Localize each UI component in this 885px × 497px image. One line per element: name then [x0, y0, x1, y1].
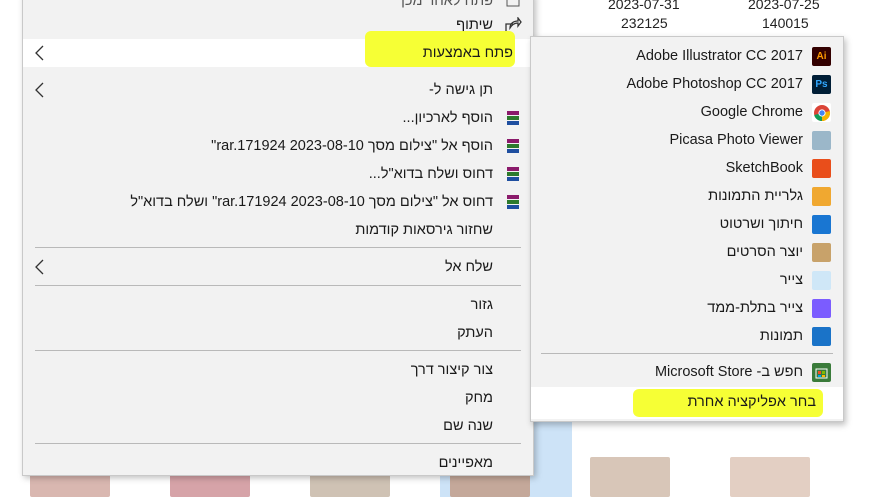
- menu-item-label: פתח לאחר מכן: [401, 0, 493, 9]
- microsoft-store-icon: [812, 363, 831, 382]
- open-with-submenu: Adobe Illustrator CC 2017 Ai Adobe Photosh…: [530, 36, 844, 422]
- photoshop-icon: Ps: [812, 75, 831, 94]
- menu-item-label: שנה שם: [443, 418, 493, 434]
- submenu-item-app[interactable]: צייר בתלת-ממד: [531, 295, 843, 323]
- chevron-left-icon: [35, 259, 44, 275]
- illustrator-icon: Ai: [812, 47, 831, 66]
- photos-icon: [812, 327, 831, 346]
- menu-item-compress-email[interactable]: דחוס ושלח בדוא"ל...: [23, 160, 533, 188]
- thumbnail[interactable]: [730, 457, 810, 497]
- chevron-left-icon: [35, 82, 44, 98]
- menu-item-add-to-rar[interactable]: הוסף אל "צילום מסך 2023-08-10 rar.171924…: [23, 132, 533, 160]
- menu-separator: [35, 443, 521, 444]
- menu-item-label: דחוס אל "צילום מסך 2023-08-10 rar.171924…: [130, 194, 493, 210]
- thumbnail[interactable]: [590, 457, 670, 497]
- menu-item-create-shortcut[interactable]: צור קיצור דרך: [23, 356, 533, 384]
- menu-item-label: גזור: [470, 297, 493, 313]
- photo-gallery-icon: [812, 187, 831, 206]
- submenu-item-label: צייר בתלת-ממד: [707, 300, 803, 316]
- menu-separator: [35, 285, 521, 286]
- menu-item-label: הוסף לארכיון...: [402, 110, 493, 126]
- snip-sketch-icon: [812, 215, 831, 234]
- menu-item-add-to-archive[interactable]: הוסף לארכיון...: [23, 104, 533, 132]
- menu-item-properties[interactable]: מאפיינים: [23, 449, 533, 477]
- menu-item-give-access[interactable]: תן גישה ל-: [23, 76, 533, 104]
- submenu-item-label: צייר: [779, 272, 803, 288]
- menu-item-label: פתח באמצעות: [422, 45, 513, 61]
- file-size: 140015: [762, 15, 809, 31]
- picasa-icon: [812, 131, 831, 150]
- submenu-item-label: חיתוך ושרטוט: [719, 216, 803, 232]
- menu-item-label: תן גישה ל-: [428, 82, 493, 98]
- menu-item-label: שחזור גירסאות קודמות: [355, 222, 493, 238]
- submenu-item-label: גלריית התמונות: [708, 188, 803, 204]
- chevron-left-icon: [35, 45, 44, 61]
- menu-item-rename[interactable]: שנה שם: [23, 412, 533, 440]
- submenu-item-label: חפש ב- Microsoft Store: [654, 364, 803, 380]
- menu-separator: [35, 350, 521, 351]
- chrome-icon: [812, 103, 831, 122]
- menu-item-copy[interactable]: העתק: [23, 319, 533, 347]
- menu-separator: [35, 247, 521, 248]
- submenu-item-label: Adobe Illustrator CC 2017: [636, 48, 803, 64]
- paint-3d-icon: [812, 299, 831, 318]
- menu-item-open-with[interactable]: פתח באמצעות: [23, 31, 533, 67]
- submenu-item-label: Google Chrome: [700, 104, 803, 120]
- winrar-icon: [503, 192, 523, 212]
- winrar-icon: [503, 164, 523, 184]
- submenu-item-app[interactable]: גלריית התמונות: [531, 183, 843, 211]
- menu-item-label: דחוס ושלח בדוא"ל...: [368, 166, 493, 182]
- menu-item-label: מחק: [464, 390, 493, 406]
- submenu-item-label: יוצר הסרטים: [726, 244, 803, 260]
- sketchbook-icon: [812, 159, 831, 178]
- submenu-item-app[interactable]: תמונות: [531, 323, 843, 351]
- submenu-item-app[interactable]: SketchBook: [531, 155, 843, 183]
- menu-item-compress-rar-email[interactable]: דחוס אל "צילום מסך 2023-08-10 rar.171924…: [23, 188, 533, 216]
- submenu-item-store[interactable]: חפש ב- Microsoft Store: [531, 359, 843, 387]
- menu-item-label: שלח אל: [444, 259, 493, 275]
- file-size: 232125: [621, 15, 668, 31]
- submenu-item-label: SketchBook: [725, 160, 803, 176]
- submenu-item-label: בחר אפליקציה אחרת: [687, 394, 816, 410]
- submenu-item-app[interactable]: Picasa Photo Viewer: [531, 127, 843, 155]
- submenu-item-app[interactable]: יוצר הסרטים: [531, 239, 843, 267]
- menu-item-send-to[interactable]: שלח אל: [23, 253, 533, 281]
- movie-maker-icon: [812, 243, 831, 262]
- menu-item-label: צור קיצור דרך: [410, 362, 493, 378]
- menu-item-label: מאפיינים: [438, 455, 493, 471]
- submenu-item-label: תמונות: [759, 328, 803, 344]
- submenu-item-app[interactable]: Adobe Photoshop CC 2017 Ps: [531, 71, 843, 99]
- menu-item-cut[interactable]: גזור: [23, 291, 533, 319]
- submenu-item-app[interactable]: צייר: [531, 267, 843, 295]
- file-list-header: [530, 0, 885, 36]
- menu-item-icon: [503, 0, 523, 11]
- submenu-separator: [541, 353, 833, 354]
- menu-item-label: הוסף אל "צילום מסך 2023-08-10 rar.171924…: [211, 138, 493, 154]
- file-date: 2023-07-31: [608, 0, 680, 12]
- submenu-item-app[interactable]: חיתוך ושרטוט: [531, 211, 843, 239]
- submenu-item-choose-other[interactable]: בחר אפליקציה אחרת: [531, 387, 843, 419]
- submenu-item-label: Adobe Photoshop CC 2017: [626, 76, 803, 92]
- file-date: 2023-07-25: [748, 0, 820, 12]
- winrar-icon: [503, 108, 523, 128]
- submenu-item-app[interactable]: Adobe Illustrator CC 2017 Ai: [531, 43, 843, 71]
- submenu-item-app[interactable]: Google Chrome: [531, 99, 843, 127]
- menu-item-label: העתק: [457, 325, 493, 341]
- menu-item-restore-versions[interactable]: שחזור גירסאות קודמות: [23, 216, 533, 244]
- submenu-item-label: Picasa Photo Viewer: [669, 132, 803, 148]
- menu-item-delete[interactable]: מחק: [23, 384, 533, 412]
- context-menu: פתח לאחר מכן שיתוף פתח באמצעות תן גישה ל…: [22, 0, 534, 476]
- paint-icon: [812, 271, 831, 290]
- winrar-icon: [503, 136, 523, 156]
